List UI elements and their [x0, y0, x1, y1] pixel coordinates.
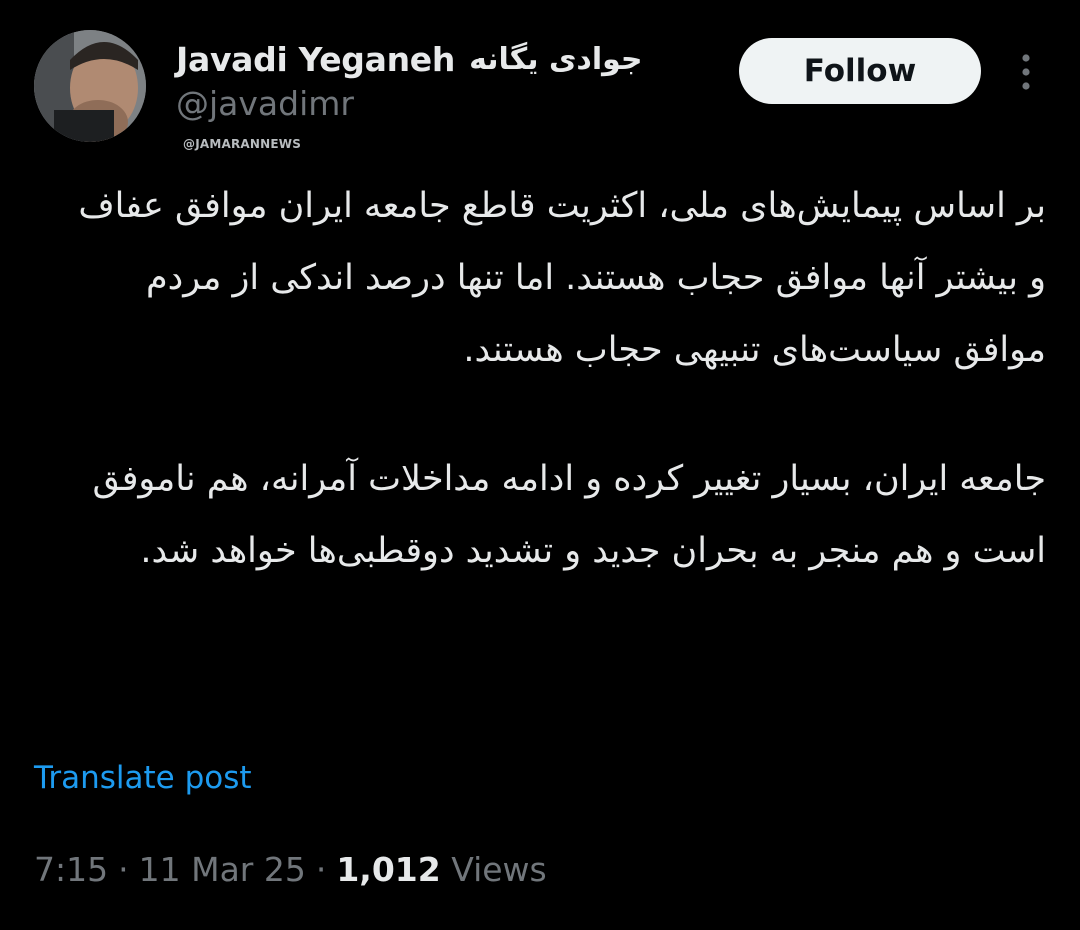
more-options-button[interactable] [1008, 48, 1044, 96]
meta-separator: · [315, 850, 327, 889]
post-date[interactable]: 11 Mar 25 [139, 850, 306, 889]
post-paragraph-2: جامعه ایران، بسیار تغییر کرده و ادامه مد… [92, 459, 1046, 571]
tweet: Javadi Yeganeh جوادی یگانه @javadimr @JA… [0, 0, 1080, 930]
author-handle[interactable]: @javadimr [176, 84, 354, 123]
avatar[interactable] [34, 30, 146, 142]
more-vertical-icon [1022, 54, 1030, 90]
follow-button[interactable]: Follow [739, 38, 981, 104]
meta-separator: · [118, 850, 129, 889]
watermark: @JAMARANNEWS [183, 137, 302, 151]
post-time[interactable]: 7:15 [34, 850, 108, 889]
post-paragraph-1: بر اساس پیمایش‌های ملی، اکثریت قاطع جامع… [78, 186, 1046, 370]
author-display-name-fa[interactable]: جوادی یگانه [469, 42, 642, 77]
author-name-row: Javadi Yeganeh جوادی یگانه [176, 36, 643, 82]
post-meta: 7:15 · 11 Mar 25 · 1,012 Views [34, 850, 547, 889]
post-body: بر اساس پیمایش‌های ملی، اکثریت قاطع جامع… [60, 170, 1046, 587]
author-display-name[interactable]: Javadi Yeganeh [176, 40, 455, 79]
avatar-photo [34, 30, 146, 142]
views-count: 1,012 [336, 850, 441, 889]
translate-post-link[interactable]: Translate post [34, 760, 252, 796]
views-label: Views [451, 850, 547, 889]
